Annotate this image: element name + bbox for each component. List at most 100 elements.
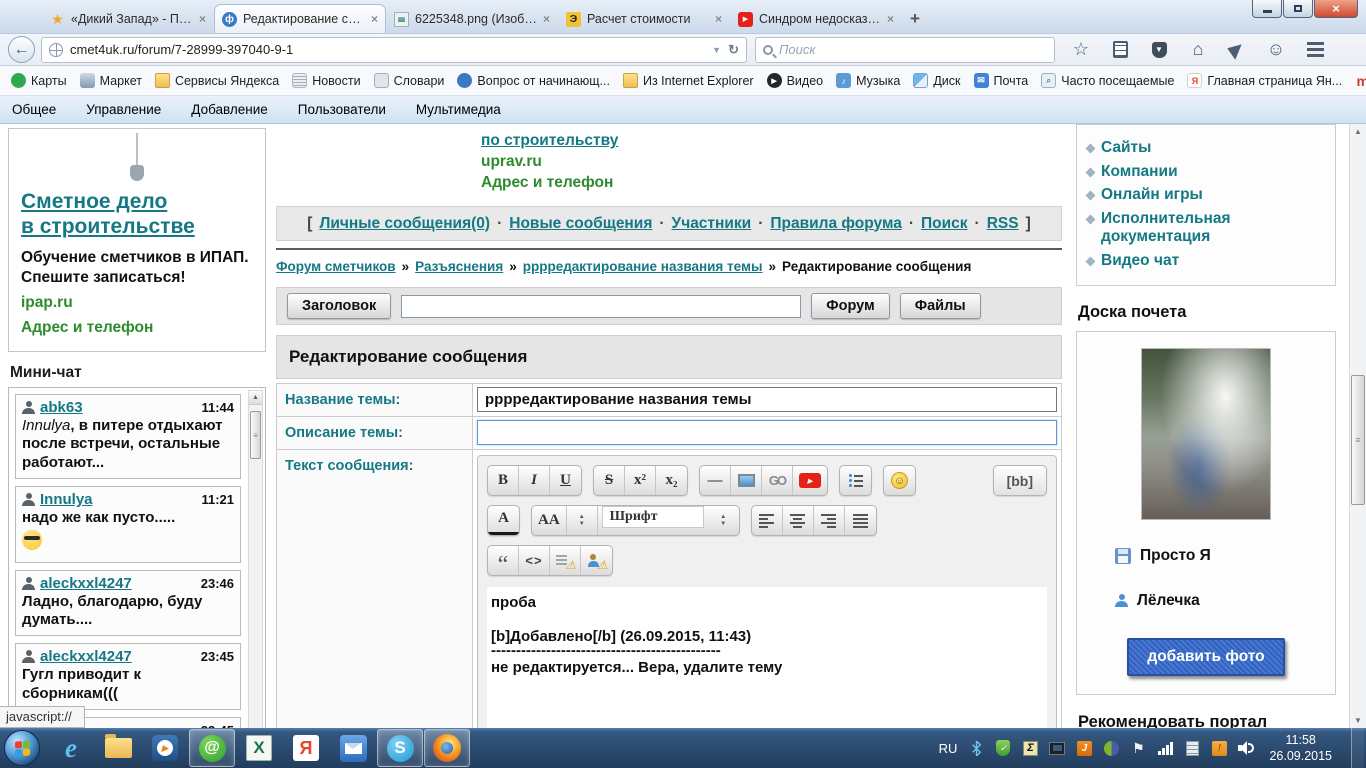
- taskbar-firefox[interactable]: [424, 729, 470, 767]
- chat-scroll-thumb[interactable]: ≡: [250, 411, 261, 460]
- honor-photo[interactable]: [1141, 347, 1271, 520]
- minimize-button[interactable]: [1252, 0, 1282, 18]
- message-editor-area[interactable]: проба [b]Добавлено[/b] (26.09.2015, 11:4…: [487, 587, 1047, 728]
- tab-close-icon[interactable]: ×: [715, 12, 722, 26]
- nav-forum-rules[interactable]: Правила форума: [770, 215, 901, 233]
- action-center-flag-icon[interactable]: ⚑: [1130, 740, 1146, 756]
- topic-title-input[interactable]: [477, 387, 1057, 412]
- breadcrumb-forum[interactable]: Форум сметчиков: [276, 259, 396, 274]
- link-companies[interactable]: Компании: [1101, 163, 1178, 182]
- breadcrumb-topic[interactable]: рррредактирование названия темы: [523, 259, 763, 274]
- nav-members[interactable]: Участники: [672, 215, 752, 233]
- java-icon[interactable]: J: [1076, 740, 1092, 756]
- horizontal-rule-button[interactable]: —: [700, 466, 731, 495]
- taskbar-explorer[interactable]: [95, 729, 141, 767]
- align-left-button[interactable]: [752, 506, 783, 535]
- member-link[interactable]: Просто Я: [1140, 547, 1211, 565]
- scroll-down-icon[interactable]: ▼: [1350, 713, 1366, 728]
- insert-youtube-button[interactable]: ▶: [793, 466, 827, 495]
- chat-username-link[interactable]: abk63: [40, 399, 83, 416]
- justify-button[interactable]: [845, 506, 876, 535]
- forum-button[interactable]: Форум: [811, 293, 890, 319]
- admin-menu-adding[interactable]: Добавление: [191, 102, 268, 117]
- bookmarks-list-icon[interactable]: [1110, 40, 1130, 60]
- taskbar-internet-explorer[interactable]: e: [48, 729, 94, 767]
- clipboard-tray-icon[interactable]: [1184, 740, 1200, 756]
- smiley-button[interactable]: ☺: [884, 466, 915, 495]
- taskbar-excel[interactable]: X: [236, 729, 282, 767]
- nav-private-messages[interactable]: Личные сообщения(0): [319, 215, 490, 233]
- network-signal-icon[interactable]: [1157, 740, 1173, 756]
- page-scrollbar[interactable]: ▲ ≡ ▼: [1349, 124, 1366, 728]
- back-button[interactable]: ←: [8, 36, 35, 63]
- insert-image-button[interactable]: [731, 466, 762, 495]
- align-center-button[interactable]: [783, 506, 814, 535]
- list-button[interactable]: [840, 466, 871, 495]
- tab-wild-west[interactable]: ★ «Дикий Запад» - Прилож... ×: [42, 4, 214, 33]
- font-size-spinner[interactable]: ▲ ▼: [567, 506, 598, 535]
- bbcode-toggle-button[interactable]: [bb]: [992, 465, 1047, 496]
- code-button[interactable]: <>: [519, 546, 550, 575]
- language-indicator[interactable]: RU: [939, 741, 958, 756]
- display-icon[interactable]: [1049, 740, 1066, 756]
- underline-button[interactable]: U: [550, 466, 581, 495]
- url-dropdown-icon[interactable]: ▼: [712, 45, 721, 55]
- tab-edit-message[interactable]: ф Редактирование сообщен... ×: [214, 4, 386, 33]
- tab-cost-calc[interactable]: Э Расчет стоимости ×: [558, 4, 730, 33]
- show-desktop-button[interactable]: [1351, 728, 1364, 768]
- sigma-app-icon[interactable]: Σ: [1022, 740, 1038, 756]
- bookmark-disk[interactable]: Диск: [908, 71, 965, 90]
- taskbar-clock[interactable]: 11:58 26.09.2015: [1269, 732, 1332, 765]
- bookmark-video[interactable]: ▶ Видео: [762, 71, 829, 90]
- font-size-button[interactable]: AA: [532, 506, 567, 535]
- chat-scrollbar[interactable]: ▲ ≡: [248, 390, 263, 728]
- ad-uprav-link[interactable]: uprav.ru: [481, 151, 1062, 172]
- taskbar-mail[interactable]: [330, 729, 376, 767]
- link-online-games[interactable]: Онлайн игры: [1101, 186, 1203, 205]
- subscript-button[interactable]: x₂: [656, 466, 687, 495]
- quote-button[interactable]: “: [488, 546, 519, 575]
- tab-close-icon[interactable]: ×: [199, 12, 206, 26]
- bookmark-frequent[interactable]: ⌕ Часто посещаемые: [1036, 71, 1179, 90]
- new-tab-button[interactable]: +: [902, 4, 928, 33]
- bold-button[interactable]: B: [488, 466, 519, 495]
- volume-icon[interactable]: [1238, 740, 1255, 756]
- bookmark-news[interactable]: Новости: [287, 71, 365, 90]
- app-circle-icon[interactable]: [1103, 740, 1119, 756]
- add-photo-button[interactable]: добавить фото: [1127, 637, 1285, 676]
- menu-hamburger-icon[interactable]: [1305, 40, 1325, 60]
- start-button[interactable]: [4, 730, 40, 766]
- bluetooth-icon[interactable]: [968, 740, 984, 756]
- antivirus-shield-icon[interactable]: ✓: [995, 740, 1011, 756]
- close-button[interactable]: ×: [1314, 0, 1358, 18]
- font-family-spinner[interactable]: ▲ ▼: [708, 506, 739, 535]
- bookmark-maps[interactable]: Карты: [6, 71, 72, 90]
- tab-close-icon[interactable]: ×: [371, 12, 378, 26]
- bookmark-dictionaries[interactable]: Словари: [369, 71, 450, 90]
- scroll-up-icon[interactable]: ▲: [1350, 124, 1366, 139]
- ad-title-link[interactable]: Сметное дело в строительстве: [21, 189, 253, 239]
- taskbar-skype[interactable]: S: [377, 729, 423, 767]
- search-input[interactable]: [779, 42, 1047, 57]
- strikethrough-button[interactable]: S: [594, 466, 625, 495]
- insert-link-button[interactable]: GO: [762, 466, 793, 495]
- nav-search[interactable]: Поиск: [921, 215, 968, 233]
- link-executive-docs[interactable]: Исполнительная документация: [1101, 210, 1325, 247]
- admin-menu-management[interactable]: Управление: [86, 102, 161, 117]
- header-button[interactable]: Заголовок: [287, 293, 392, 319]
- ad-site-link[interactable]: ipap.ru: [21, 294, 253, 312]
- tab-youtube[interactable]: ▶ Синдром недосказанност... ×: [730, 4, 902, 33]
- taskbar-media-player[interactable]: ▶: [142, 729, 188, 767]
- link-video-chat[interactable]: Видео чат: [1101, 252, 1179, 271]
- ad-address-link[interactable]: Адрес и телефон: [481, 172, 1062, 193]
- italic-button[interactable]: I: [519, 466, 550, 495]
- scroll-up-icon[interactable]: ▲: [249, 391, 262, 406]
- font-color-button[interactable]: A: [488, 506, 519, 535]
- bookmark-start-page[interactable]: mНачальная страница: [1350, 71, 1366, 90]
- updates-tray-icon[interactable]: !: [1211, 740, 1227, 756]
- align-right-button[interactable]: [814, 506, 845, 535]
- tab-image-png[interactable]: 6225348.png (Изображени... ×: [386, 4, 558, 33]
- nav-rss[interactable]: RSS: [987, 215, 1019, 233]
- bookmark-mail[interactable]: ✉ Почта: [969, 71, 1034, 90]
- bookmark-yandex-home[interactable]: Я Главная страница Ян...: [1182, 71, 1347, 90]
